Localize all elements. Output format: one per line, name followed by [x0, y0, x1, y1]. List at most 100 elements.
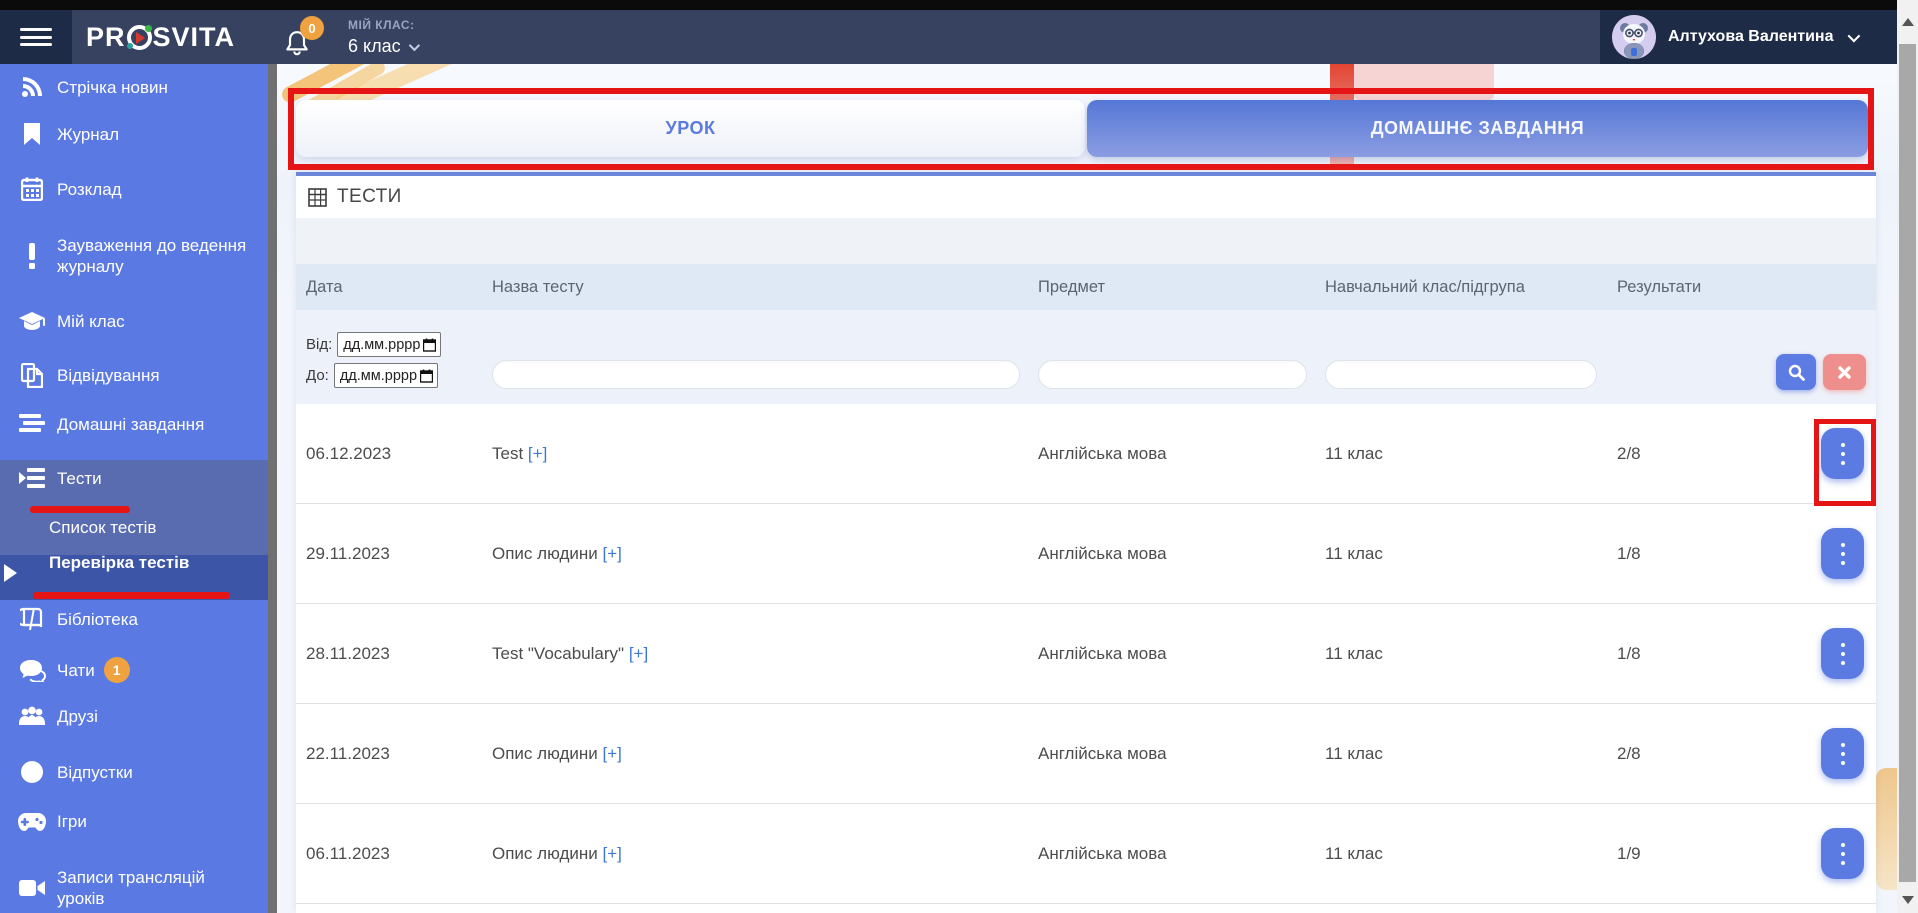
my-class-label: МІЙ КЛАС: [348, 18, 417, 32]
sidebar-item-label: Домашні завдання [57, 414, 204, 435]
chat-icon [15, 659, 49, 682]
page-title: ТЕСТИ [337, 186, 402, 208]
sidebar-item-attendance[interactable]: Відвідування [0, 363, 268, 388]
sidebar-item-vacations[interactable]: Відпустки [0, 760, 268, 784]
cell-date: 06.11.2023 [306, 844, 492, 864]
row-actions-button[interactable] [1821, 628, 1864, 679]
cell-test-name: Test [+] [492, 444, 1038, 464]
cell-date: 28.11.2023 [306, 644, 492, 664]
scrollbar-thumb[interactable] [1899, 44, 1916, 882]
date-to-label: До: [306, 367, 329, 384]
cell-result: 1/8 [1617, 644, 1767, 664]
table-icon [308, 188, 327, 207]
row-actions-button[interactable] [1821, 728, 1864, 779]
cell-subject: Англійська мова [1038, 444, 1325, 464]
sidebar-item-tests-list[interactable]: Список тестів [0, 517, 268, 538]
scrollbar-up-arrow[interactable] [1897, 12, 1918, 32]
sidebar-item-tests[interactable]: Тести [0, 467, 268, 489]
expand-test-link[interactable]: [+] [602, 744, 621, 763]
search-button[interactable] [1776, 354, 1816, 390]
filter-name-input[interactable] [492, 360, 1020, 389]
cell-test-name: Опис людини [+] [492, 844, 1038, 864]
cell-subject: Англійська мова [1038, 744, 1325, 764]
sidebar-item-news-feed[interactable]: Стрічка новин [0, 75, 268, 99]
row-actions-button[interactable] [1821, 428, 1864, 479]
exclamation-icon [15, 243, 49, 269]
tab-lesson-label: УРОК [666, 118, 716, 139]
sidebar-item-label: Журнал [57, 124, 119, 145]
sidebar-item-label: Друзі [57, 706, 98, 727]
sidebar-item-library[interactable]: Бібліотека [0, 607, 268, 631]
date-from-input[interactable]: дд.мм.рррр [337, 332, 441, 357]
brand-logo[interactable]: PR SVITA [86, 10, 235, 64]
notifications-button[interactable]: 0 [284, 16, 330, 62]
scrollbar-down-arrow[interactable] [1897, 891, 1918, 909]
cell-date: 29.11.2023 [306, 544, 492, 564]
my-class-selector[interactable]: МІЙ КЛАС: 6 клас [348, 18, 417, 57]
sidebar-item-label: Відвідування [57, 365, 160, 386]
sidebar-item-broadcasts[interactable]: Записи трансляцій уроків [0, 867, 268, 909]
attendance-icon [15, 363, 49, 388]
sidebar-item-games[interactable]: Ігри [0, 811, 268, 832]
search-icon [1788, 364, 1805, 381]
filter-class-input[interactable] [1325, 360, 1597, 389]
tab-lesson[interactable]: УРОК [296, 100, 1085, 157]
expand-test-link[interactable]: [+] [528, 444, 547, 463]
sidebar-item-tests-check[interactable]: Перевірка тестів [0, 552, 268, 573]
sidebar-scrollbar[interactable] [268, 64, 277, 913]
sidebar-item-label: Стрічка новин [57, 77, 168, 98]
user-menu[interactable]: Алтухова Валентина [1600, 10, 1897, 64]
friends-icon [15, 705, 49, 727]
brand-text-prefix: PR [86, 22, 126, 53]
col-header-date: Дата [306, 278, 492, 297]
hamburger-icon [20, 28, 52, 46]
sidebar-item-journal[interactable]: Журнал [0, 122, 268, 146]
window-top-edge [0, 0, 1918, 10]
sidebar-item-label: Записи трансляцій уроків [57, 867, 252, 909]
cell-class: 11 клас [1325, 744, 1617, 764]
cell-result: 1/8 [1617, 544, 1767, 564]
tests-card: ТЕСТИ Дата Назва тесту Предмет Навчальни… [296, 172, 1876, 913]
expand-test-link[interactable]: [+] [629, 644, 648, 663]
hamburger-button[interactable] [0, 10, 72, 64]
sidebar-item-homework[interactable]: Домашні завдання [0, 413, 268, 435]
sidebar-item-my-class[interactable]: Мій клас [0, 310, 268, 332]
filter-subject-input[interactable] [1038, 360, 1307, 389]
graduation-cap-icon [15, 310, 49, 332]
brand-text-suffix: SVITA [153, 22, 236, 53]
date-to-input[interactable]: дд.мм.рррр [334, 363, 438, 388]
cell-test-name: Опис людини [+] [492, 544, 1038, 564]
notification-count-badge: 0 [300, 16, 324, 40]
bookmark-icon [15, 122, 49, 146]
user-name: Алтухова Валентина [1668, 28, 1834, 46]
cell-class: 11 клас [1325, 844, 1617, 864]
decoration-pink-shape [1354, 60, 1494, 100]
expand-test-link[interactable]: [+] [602, 844, 621, 863]
cell-subject: Англійська мова [1038, 844, 1325, 864]
sidebar-item-chats[interactable]: Чати1 [0, 657, 268, 683]
tab-homework[interactable]: ДОМАШНЄ ЗАВДАННЯ [1087, 100, 1868, 157]
table-row: 06.12.2023Test [+]Англійська мова11 клас… [296, 404, 1876, 504]
window-scrollbar[interactable] [1897, 0, 1918, 913]
row-actions-button[interactable] [1821, 528, 1864, 579]
sidebar-item-label: Відпустки [57, 762, 133, 783]
sidebar-item-schedule[interactable]: Розклад [0, 177, 268, 201]
topbar: PR SVITA 0 МІЙ КЛАС: 6 клас [0, 10, 1918, 64]
card-title-row: ТЕСТИ [296, 176, 1876, 218]
clear-filter-button[interactable] [1823, 354, 1866, 390]
cell-subject: Англійська мова [1038, 644, 1325, 664]
sidebar-item-label: Ігри [57, 811, 87, 832]
table-header-row: Дата Назва тесту Предмет Навчальний клас… [296, 264, 1876, 310]
expand-test-link[interactable]: [+] [602, 544, 621, 563]
col-header-class: Навчальний клас/підгрупа [1325, 278, 1617, 297]
row-actions-button[interactable] [1821, 828, 1864, 879]
decoration-tan-shape [1876, 768, 1897, 890]
table-filter-row: Від: дд.мм.рррр До: дд.мм.рррр [296, 310, 1876, 404]
sidebar-item-friends[interactable]: Друзі [0, 705, 268, 727]
calendar-picker-icon [423, 338, 436, 352]
cell-class: 11 клас [1325, 444, 1617, 464]
sidebar-item-label: Чати [57, 660, 95, 681]
cell-result: 1/9 [1617, 844, 1767, 864]
spacer-band [296, 218, 1876, 264]
sidebar-item-journal-notes[interactable]: Зауваження до ведення журналу [0, 235, 268, 277]
